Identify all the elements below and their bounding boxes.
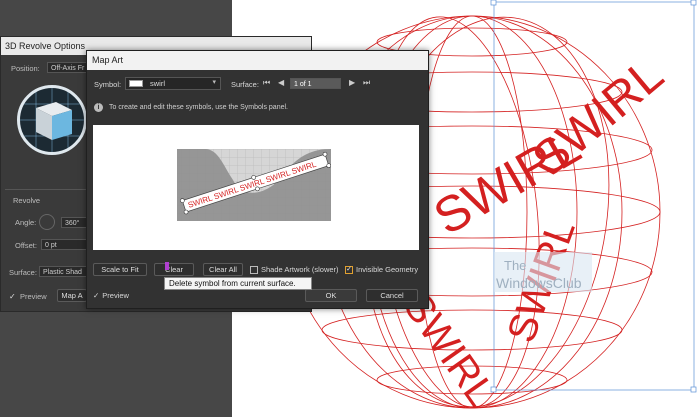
map-art-dialog-title: Map Art (87, 51, 428, 70)
surface-preview[interactable]: SWIRL SWIRL SWIRL SWIRL SWIRL (93, 125, 419, 250)
swirl-text-2: SWIRL (523, 48, 674, 186)
info-icon: i (94, 103, 103, 112)
watermark-line2: WindowsClub (496, 275, 582, 291)
rotation-trackball[interactable] (17, 85, 87, 155)
symbol-dropdown[interactable]: swirl ▾ (125, 77, 221, 90)
cursor-icon (165, 262, 169, 270)
revolve-section-label: Revolve (13, 196, 41, 205)
invisible-geometry-label: Invisible Geometry (356, 265, 419, 274)
position-label: Position: (11, 64, 40, 73)
angle-dial[interactable] (39, 214, 55, 230)
shade-artwork-label: Shade Artwork (slower) (261, 265, 339, 274)
scale-to-fit-button[interactable]: Scale to Fit (93, 263, 147, 276)
surface-field[interactable]: 1 of 1 (290, 78, 341, 89)
check-icon: ✓ (345, 266, 353, 275)
cancel-button[interactable]: Cancel (366, 289, 418, 302)
shade-artwork-checkbox[interactable]: Shade Artwork (slower) (250, 265, 339, 275)
surface-label: Surface: (231, 80, 259, 89)
map-art-dialog: Map Art Symbol: swirl ▾ Surface: ⏮ ◀ 1 o… (86, 50, 429, 309)
symbol-label: Symbol: (94, 80, 122, 89)
revolve-preview-checkbox[interactable]: ✓ Preview (9, 292, 47, 301)
cube-icon (20, 88, 84, 152)
last-surface-icon[interactable]: ⏭ (363, 78, 370, 88)
position-dropdown[interactable]: Off-Axis Fr (47, 62, 87, 73)
previous-surface-icon[interactable]: ◀ (278, 78, 284, 87)
surface-dropdown[interactable]: Plastic Shad (39, 266, 87, 277)
info-text: To create and edit these symbols, use th… (109, 104, 288, 111)
offset-label: Offset: (15, 241, 37, 250)
angle-field[interactable]: 360° (61, 217, 87, 228)
map-art-button[interactable]: Map A (57, 289, 87, 302)
chevron-down-icon: ▾ (212, 79, 216, 86)
map-art-preview-checkbox[interactable]: ✓ Preview (93, 291, 129, 300)
symbol-value: swirl (150, 79, 165, 88)
symbol-swatch (129, 80, 143, 87)
surface-label: Surface: (9, 268, 37, 277)
check-icon: ✓ (93, 291, 100, 300)
surface-map-svg: SWIRL SWIRL SWIRL SWIRL SWIRL (177, 149, 332, 221)
clear-all-button[interactable]: Clear All (203, 263, 243, 276)
revolve-preview-label: Preview (20, 292, 47, 301)
invisible-geometry-checkbox[interactable]: ✓ Invisible Geometry (345, 265, 419, 275)
next-surface-icon[interactable]: ▶ (349, 78, 355, 87)
watermark-line1: The (504, 258, 526, 273)
check-icon: ✓ (9, 292, 16, 302)
map-art-preview-label: Preview (102, 291, 129, 300)
offset-field[interactable]: 0 pt (41, 239, 87, 250)
ok-button[interactable]: OK (305, 289, 357, 302)
clear-button[interactable]: Clear (154, 263, 194, 276)
checkbox-unchecked-icon (250, 266, 258, 275)
first-surface-icon[interactable]: ⏮ (263, 78, 270, 88)
clear-tooltip: Delete symbol from current surface. (164, 277, 312, 290)
angle-label: Angle: (15, 218, 37, 227)
